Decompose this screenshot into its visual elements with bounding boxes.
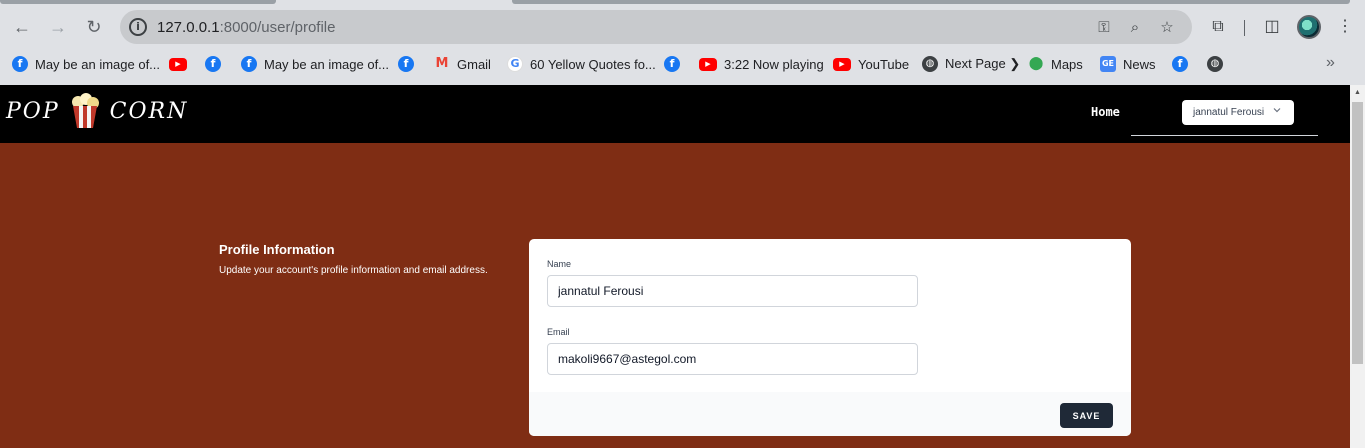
facebook-icon: f bbox=[241, 56, 257, 72]
facebook-icon: f bbox=[1172, 56, 1188, 72]
name-label: Name bbox=[547, 259, 572, 269]
tab-edge bbox=[512, 0, 1350, 4]
youtube-icon: ▶ bbox=[169, 57, 187, 71]
facebook-icon: f bbox=[664, 56, 680, 72]
zoom-icon[interactable]: ⌕ bbox=[1125, 18, 1145, 38]
browser-chrome: ← → ↻ i 127.0.0.1:8000/user/profile ⚿ ⌕ … bbox=[0, 0, 1365, 85]
globe-icon: ◍ bbox=[1207, 56, 1223, 72]
logo-text-left: POP bbox=[6, 98, 60, 124]
bookmarks-bar: f May be an image of... ▶ f f May be an im… bbox=[0, 50, 1365, 78]
tab-edge bbox=[0, 0, 276, 4]
bookmark-label: Maps bbox=[1051, 56, 1083, 72]
bookmark-label: Gmail bbox=[457, 56, 491, 72]
bookmark-item[interactable]: ▶ YouTube bbox=[833, 54, 909, 74]
bookmark-item[interactable]: f bbox=[398, 54, 421, 74]
profile-avatar-icon[interactable] bbox=[1297, 15, 1321, 39]
bookmark-label: May be an image of... bbox=[264, 56, 390, 72]
address-bar[interactable]: i 127.0.0.1:8000/user/profile ⚿ ⌕ ☆ bbox=[120, 10, 1192, 44]
site-logo[interactable]: POP CORN bbox=[6, 89, 188, 133]
bookmark-item[interactable]: f bbox=[205, 54, 228, 74]
bookmark-item[interactable]: ⬤ Maps bbox=[1028, 54, 1083, 74]
url-path: :8000/user/profile bbox=[219, 19, 336, 36]
email-field[interactable] bbox=[547, 343, 918, 375]
site-info-icon[interactable]: i bbox=[129, 18, 147, 36]
user-name: jannatul Ferousi bbox=[1193, 107, 1265, 118]
youtube-icon: ▶ bbox=[833, 57, 851, 71]
url-host: 127.0.0.1 bbox=[157, 19, 220, 36]
youtube-icon: ▶ bbox=[699, 57, 717, 71]
bookmark-item[interactable]: f May be an image of... bbox=[12, 54, 160, 74]
bookmark-star-icon[interactable]: ☆ bbox=[1157, 18, 1177, 38]
bookmark-label: May be an image of... bbox=[35, 56, 161, 72]
forward-icon[interactable]: → bbox=[42, 11, 74, 43]
bookmark-item[interactable]: G 60 Yellow Quotes fo... bbox=[507, 54, 656, 74]
bookmark-label: Next Page ❯ bbox=[945, 56, 1021, 71]
news-icon: GE bbox=[1100, 56, 1116, 72]
site-header: POP CORN Home jannatul Ferousi bbox=[0, 85, 1350, 143]
back-icon[interactable]: ← bbox=[6, 11, 38, 43]
browser-toolbar: ← → ↻ i 127.0.0.1:8000/user/profile ⚿ ⌕ … bbox=[0, 8, 1365, 46]
scroll-up-icon[interactable]: ▲ bbox=[1354, 89, 1361, 96]
nav-active-underline bbox=[1131, 135, 1318, 136]
address-url[interactable]: 127.0.0.1:8000/user/profile bbox=[157, 19, 335, 36]
extensions-icon[interactable]: ⧉ bbox=[1207, 16, 1229, 38]
user-menu-dropdown[interactable]: jannatul Ferousi bbox=[1182, 100, 1294, 125]
gmail-icon: M bbox=[435, 56, 449, 71]
bookmark-item[interactable]: GE News bbox=[1100, 54, 1156, 74]
bookmark-label: 3:22 Now playing bbox=[724, 56, 824, 72]
facebook-icon: f bbox=[398, 56, 414, 72]
bookmark-item[interactable]: ◍ bbox=[1207, 54, 1230, 74]
maps-icon: ⬤ bbox=[1028, 56, 1044, 71]
bookmark-label: News bbox=[1123, 56, 1156, 72]
key-icon[interactable]: ⚿ bbox=[1094, 18, 1114, 38]
bookmark-item[interactable]: f bbox=[664, 54, 687, 74]
profile-section-description: Update your account's profile informatio… bbox=[219, 265, 488, 276]
profile-form-card: Name Email SAVE bbox=[529, 239, 1131, 436]
facebook-icon: f bbox=[205, 56, 221, 72]
scrollbar-thumb[interactable] bbox=[1352, 102, 1363, 364]
bookmark-item[interactable]: ▶ bbox=[169, 54, 194, 74]
name-field[interactable] bbox=[547, 275, 918, 307]
logo-text-right: CORN bbox=[109, 98, 189, 124]
bookmark-item[interactable]: M Gmail bbox=[434, 54, 491, 74]
popcorn-bucket-icon bbox=[66, 92, 104, 130]
nav-link-home[interactable]: Home bbox=[1091, 105, 1120, 119]
side-panel-icon[interactable]: ◫ bbox=[1261, 16, 1283, 38]
bookmark-item[interactable]: f bbox=[1172, 54, 1195, 74]
chevron-down-icon bbox=[1272, 105, 1282, 118]
bookmark-item[interactable]: f May be an image of... bbox=[241, 54, 389, 74]
email-label: Email bbox=[547, 327, 570, 337]
toolbar-divider bbox=[1244, 20, 1245, 36]
bookmark-label: 60 Yellow Quotes fo... bbox=[530, 56, 656, 72]
menu-kebab-icon[interactable]: ⋮ bbox=[1334, 16, 1356, 38]
bookmark-label: YouTube bbox=[858, 56, 910, 72]
facebook-icon: f bbox=[12, 56, 28, 72]
reload-icon[interactable]: ↻ bbox=[78, 11, 110, 43]
bookmarks-overflow-icon[interactable]: » bbox=[1326, 54, 1335, 72]
save-button[interactable]: SAVE bbox=[1060, 403, 1113, 428]
bookmark-item[interactable]: ▶ 3:22 Now playing bbox=[699, 54, 824, 74]
globe-icon: ◍ bbox=[922, 56, 938, 72]
page-scrollbar[interactable]: ▲ bbox=[1350, 85, 1365, 448]
profile-section-title: Profile Information bbox=[219, 242, 335, 257]
form-actions bbox=[529, 392, 1131, 436]
google-icon: G bbox=[507, 56, 523, 72]
bookmark-item[interactable]: ◍ Next Page ❯ bbox=[922, 54, 1020, 74]
